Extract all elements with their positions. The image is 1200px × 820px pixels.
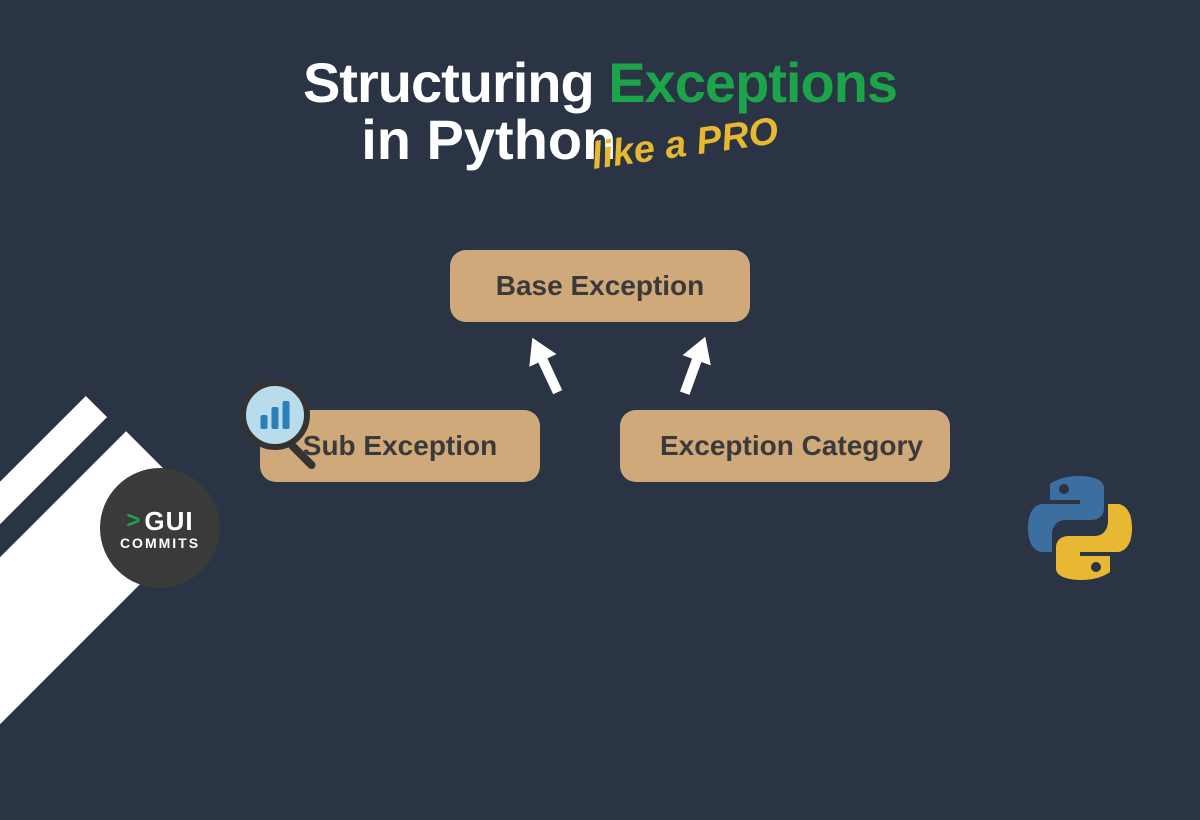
title-word-2: Exceptions — [608, 51, 897, 114]
title-line2-wrap: in Python like a PRO — [0, 115, 1200, 176]
magnifier-handle — [287, 440, 317, 470]
page-title: Structuring Exceptions in Python like a … — [0, 50, 1200, 176]
chart-bars-icon — [261, 401, 290, 429]
magnifier-icon — [240, 380, 340, 480]
title-line1: Structuring Exceptions — [0, 50, 1200, 115]
base-exception-box: Base Exception — [450, 250, 750, 322]
exception-category-box: Exception Category — [620, 410, 950, 482]
prompt-icon: > — [126, 507, 140, 535]
gui-commits-logo: > GUI COMMITS — [100, 468, 220, 588]
magnifier-lens — [240, 380, 310, 450]
exception-diagram: Base Exception Sub Exception Exception C… — [250, 250, 950, 530]
arrow-left-icon — [508, 323, 583, 408]
arrow-right-icon — [660, 324, 731, 407]
title-tag: like a PRO — [589, 110, 781, 179]
python-logo-icon — [1020, 468, 1140, 588]
logo-top: > GUI — [126, 506, 193, 537]
title-word-1: Structuring — [303, 51, 594, 114]
logo-sub: COMMITS — [120, 535, 200, 551]
title-line2: in Python — [361, 107, 616, 172]
logo-name: GUI — [144, 506, 193, 537]
